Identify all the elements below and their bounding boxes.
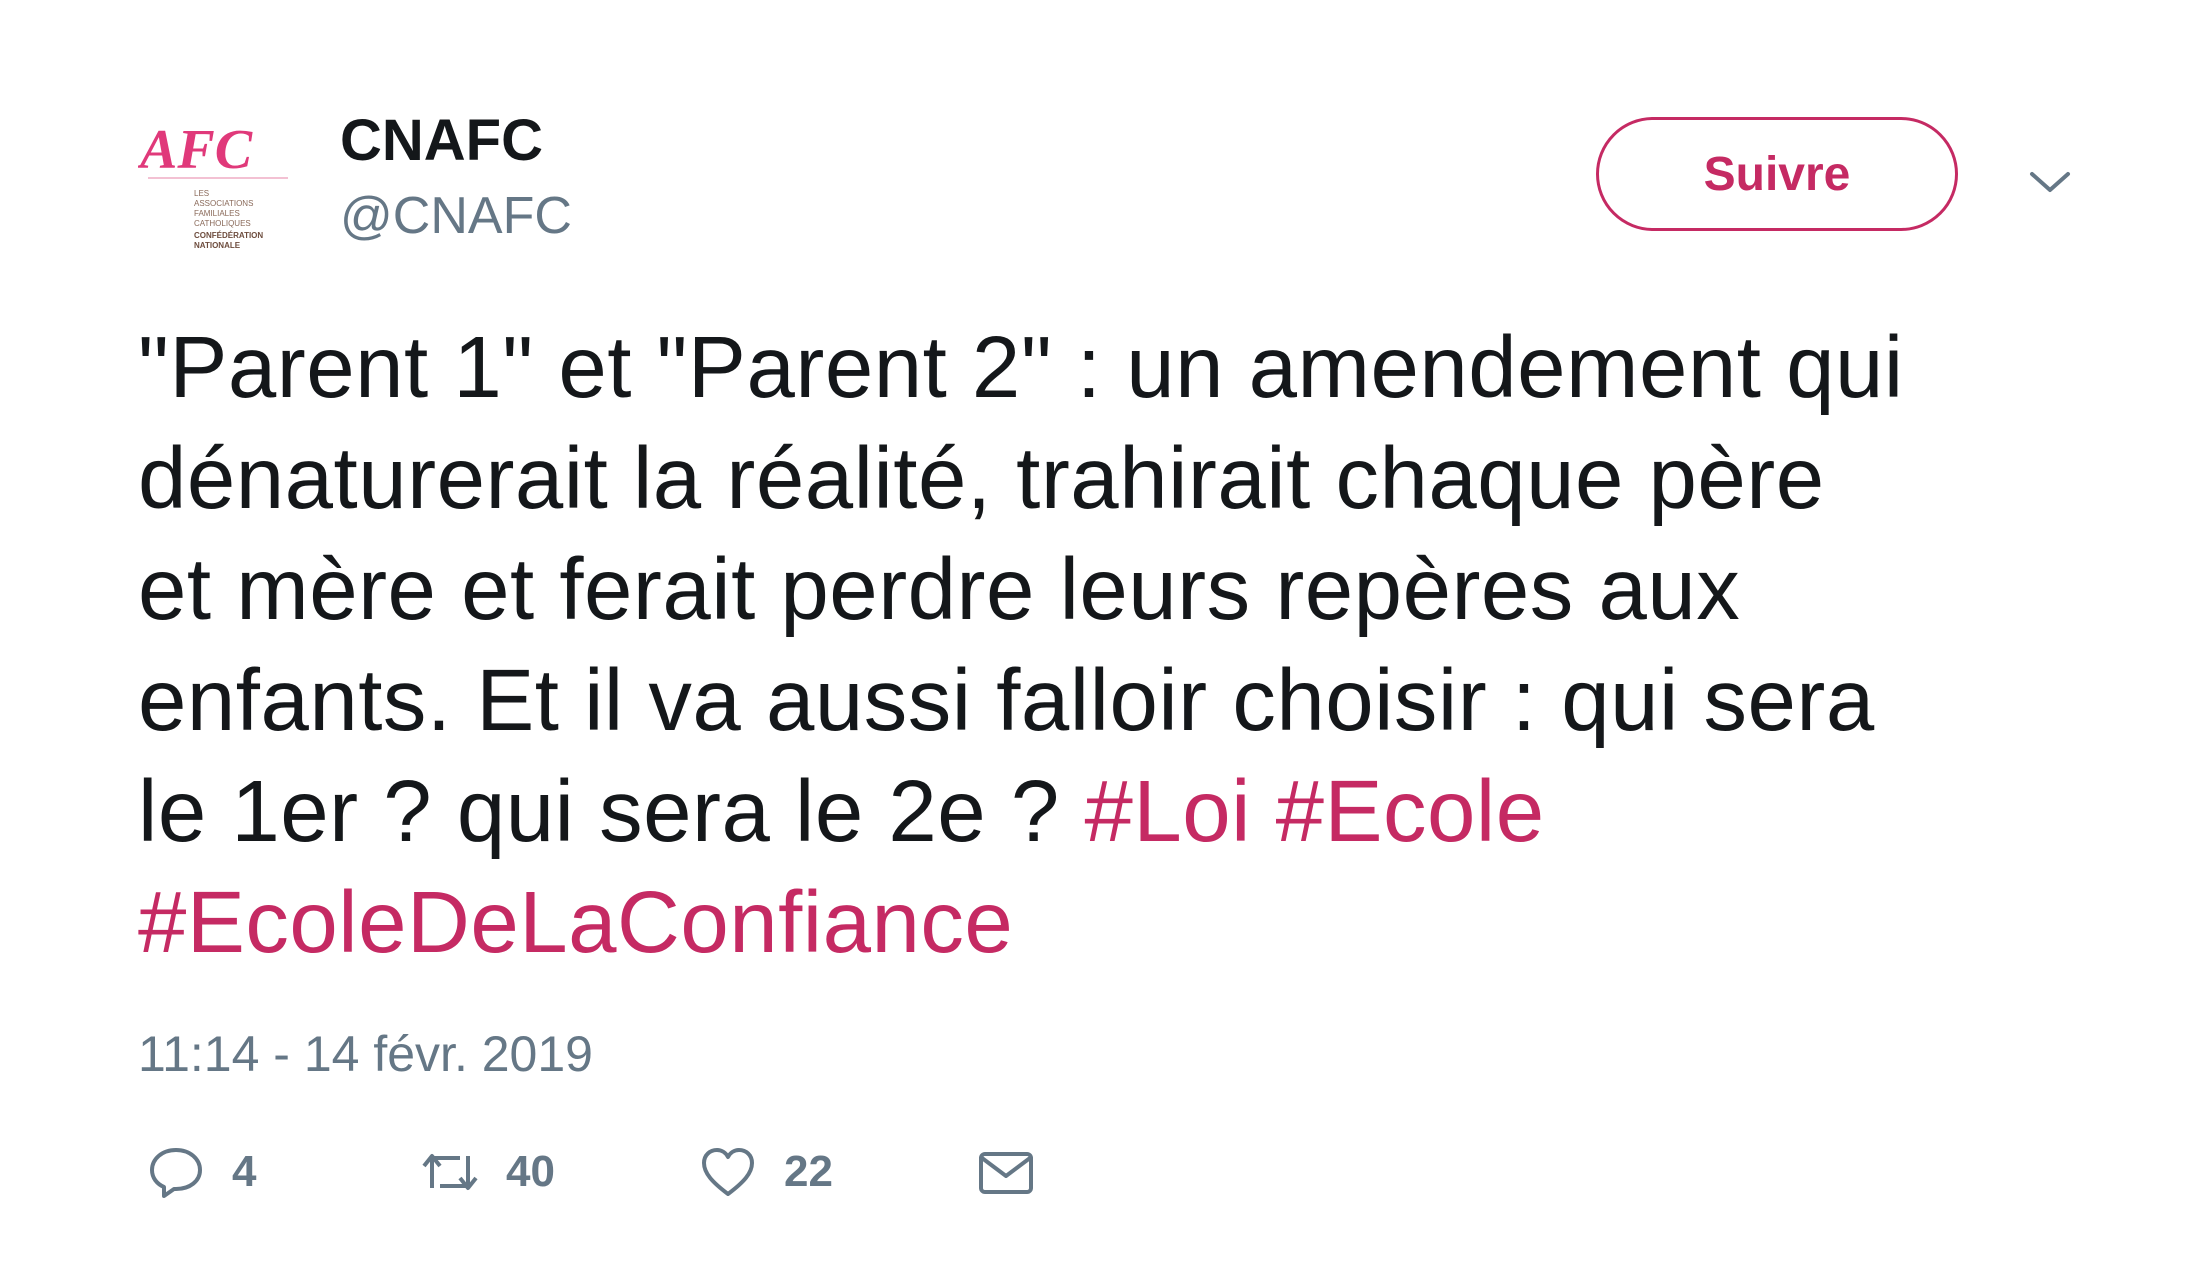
display-name[interactable]: CNAFC [340, 106, 543, 176]
tweet-text-fragment: le 1er ? qui sera le 2e ? [138, 763, 1085, 860]
logo-line: CONFÉDÉRATION [194, 231, 263, 240]
tweet-text-line: le 1er ? qui sera le 2e ? #Loi #Ecole [138, 756, 2098, 867]
hashtag-link[interactable]: #Ecole [1276, 763, 1545, 860]
retweet-button[interactable]: 40 [420, 1140, 555, 1204]
logo-line: NATIONALE [194, 241, 241, 250]
reply-count: 4 [232, 1147, 257, 1196]
avatar[interactable]: AFC LES ASSOCIATIONS FAMILIALES CATHOLIQ… [137, 112, 298, 262]
tweet-text-line: #EcoleDeLaConfiance [138, 867, 2098, 978]
reply-icon [150, 1148, 202, 1198]
tweet-text-line: dénaturerait la réalité, trahirait chaqu… [138, 430, 1825, 527]
envelope-icon [979, 1152, 1033, 1194]
logo-text: AFC [138, 119, 253, 181]
heart-icon [702, 1148, 754, 1196]
reply-button[interactable]: 4 [146, 1140, 256, 1204]
screen-name[interactable]: @CNAFC [340, 183, 572, 249]
tweet-card: AFC LES ASSOCIATIONS FAMILIALES CATHOLIQ… [0, 0, 2200, 1266]
chevron-down-icon[interactable] [2022, 160, 2078, 204]
like-button[interactable]: 22 [698, 1140, 833, 1204]
tweet-text: "Parent 1" et "Parent 2" : un amendement… [138, 312, 2098, 978]
follow-button[interactable]: Suivre [1596, 117, 1958, 231]
tweet-text-line: "Parent 1" et "Parent 2" : un amendement… [138, 319, 1904, 416]
logo-line: LES [194, 189, 209, 198]
hashtag-link[interactable]: #EcoleDeLaConfiance [138, 874, 1013, 971]
afc-logo-icon: AFC LES ASSOCIATIONS FAMILIALES CATHOLIQ… [137, 119, 288, 250]
hashtag-link[interactable]: #Loi [1084, 763, 1250, 860]
retweet-icon [422, 1154, 478, 1190]
tweet-text-line: et mère et ferait perdre leurs repères a… [138, 541, 1741, 638]
retweet-count: 40 [506, 1147, 555, 1196]
logo-line: FAMILIALES [194, 209, 240, 218]
like-count: 22 [784, 1147, 833, 1196]
tweet-text-line: enfants. Et il va aussi falloir choisir … [138, 652, 1875, 749]
timestamp-link[interactable]: 11:14 - 14 févr. 2019 [138, 1022, 593, 1086]
logo-line: ASSOCIATIONS [194, 199, 253, 208]
logo-line: CATHOLIQUES [194, 219, 251, 228]
direct-message-button[interactable] [976, 1140, 1036, 1204]
